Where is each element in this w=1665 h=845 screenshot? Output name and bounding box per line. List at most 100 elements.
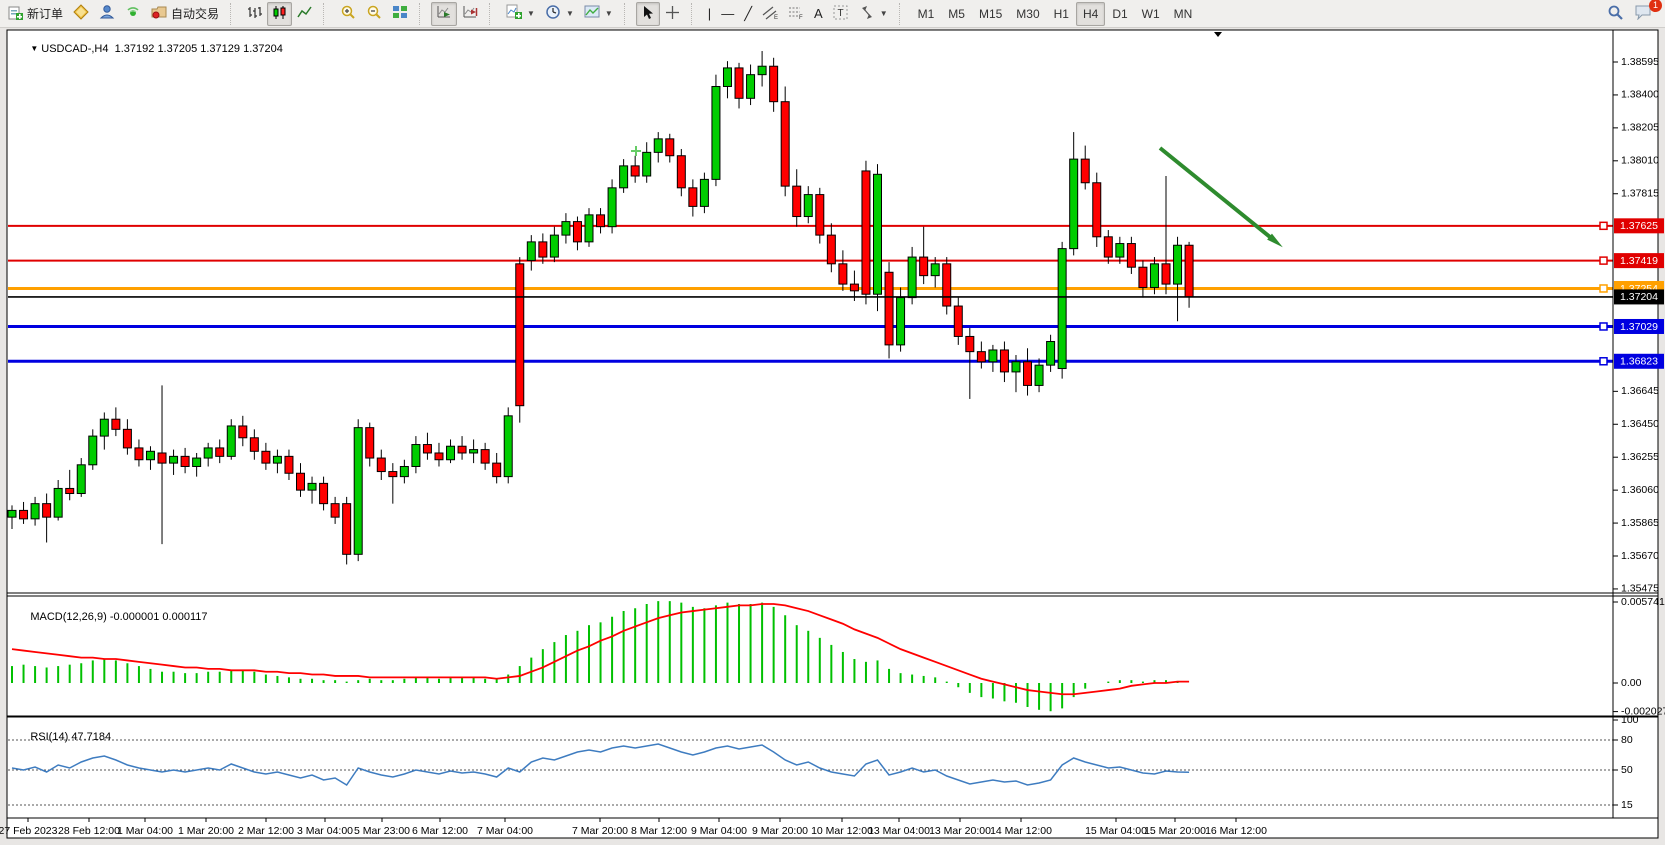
trendline-button[interactable]: ╱ <box>739 2 757 26</box>
svg-text:1.35670: 1.35670 <box>1621 550 1659 562</box>
tab-timeframe-m15[interactable]: M15 <box>972 2 1009 26</box>
macd-title: MACD(12,26,9) <box>30 611 106 623</box>
svg-text:8 Mar 12:00: 8 Mar 12:00 <box>631 825 687 837</box>
svg-text:1.36060: 1.36060 <box>1621 484 1659 496</box>
svg-text:1.38010: 1.38010 <box>1621 155 1659 167</box>
chart-shift-button[interactable] <box>457 2 483 26</box>
hline-handle[interactable] <box>1600 222 1607 229</box>
indicators-button[interactable]: ▼ <box>501 2 540 26</box>
svg-text:9 Mar 20:00: 9 Mar 20:00 <box>752 825 808 837</box>
rsi-title: RSI(14) <box>30 731 68 743</box>
svg-text:1.36645: 1.36645 <box>1621 385 1659 397</box>
candlestick-chart-button[interactable] <box>267 2 292 26</box>
search-button[interactable] <box>1602 2 1629 26</box>
svg-text:28 Feb 12:00: 28 Feb 12:00 <box>58 825 120 837</box>
auto-scroll-button[interactable] <box>431 2 457 26</box>
new-order-button[interactable]: 新订单 <box>3 2 68 26</box>
search-icon <box>1607 4 1624 24</box>
hline-handle[interactable] <box>1600 285 1607 292</box>
tab-timeframe-mn[interactable]: MN <box>1167 2 1200 26</box>
hline-handle[interactable] <box>1600 358 1607 365</box>
autotrading-button[interactable]: 自动交易 <box>146 2 224 26</box>
svg-text:1.36823: 1.36823 <box>1620 356 1658 368</box>
svg-text:80: 80 <box>1621 734 1633 746</box>
svg-text:50: 50 <box>1621 764 1633 776</box>
tile-windows-icon <box>392 4 408 23</box>
svg-text:6 Mar 12:00: 6 Mar 12:00 <box>412 825 468 837</box>
tab-timeframe-m1[interactable]: M1 <box>911 2 942 26</box>
svg-text:16 Mar 12:00: 16 Mar 12:00 <box>1205 825 1267 837</box>
chart-area: 1.385951.384001.382051.380101.378151.366… <box>0 27 1665 845</box>
bar-chart-icon <box>247 5 262 23</box>
toolbar-right: 1 <box>1602 2 1665 26</box>
tab-timeframe-d1[interactable]: D1 <box>1105 2 1134 26</box>
data-window-button[interactable] <box>94 2 120 26</box>
tab-timeframe-h4[interactable]: H4 <box>1076 2 1105 26</box>
person-icon <box>99 4 115 23</box>
svg-text:15 Mar 20:00: 15 Mar 20:00 <box>1144 825 1206 837</box>
toolbar-separator <box>323 3 329 25</box>
signal-button[interactable] <box>120 2 146 26</box>
line-chart-icon <box>297 5 312 23</box>
zoom-in-icon <box>340 4 356 23</box>
cursor-button[interactable] <box>636 2 660 26</box>
vertical-line-button[interactable]: | <box>703 2 716 26</box>
horizontal-line-button[interactable]: — <box>716 2 739 26</box>
market-watch-button[interactable] <box>68 2 94 26</box>
timeframe-group: M1 M5 M15 M30 H1 H4 D1 W1 MN <box>908 0 1203 27</box>
svg-text:13 Mar 20:00: 13 Mar 20:00 <box>929 825 991 837</box>
svg-text:9 Mar 04:00: 9 Mar 04:00 <box>691 825 747 837</box>
fibonacci-button[interactable]: F <box>783 2 809 26</box>
svg-text:1.36255: 1.36255 <box>1621 451 1659 463</box>
new-order-icon <box>8 5 23 23</box>
toolbar-separator <box>419 3 425 25</box>
bar-chart-button[interactable] <box>242 2 267 26</box>
hline-handle[interactable] <box>1600 323 1607 330</box>
svg-text:15 Mar 04:00: 15 Mar 04:00 <box>1085 825 1147 837</box>
zoom-in-button[interactable] <box>335 2 361 26</box>
line-chart-button[interactable] <box>292 2 317 26</box>
channel-button[interactable]: E <box>757 2 783 26</box>
toolbar-separator <box>899 3 905 25</box>
tab-timeframe-w1[interactable]: W1 <box>1135 2 1167 26</box>
crosshair-button[interactable] <box>660 2 685 26</box>
toolbar-group-cursor <box>633 0 688 27</box>
periods-button[interactable]: ▼ <box>540 2 579 26</box>
tab-timeframe-h1[interactable]: H1 <box>1047 2 1076 26</box>
svg-text:7 Mar 04:00: 7 Mar 04:00 <box>477 825 533 837</box>
toolbar-group-drawing: | — ╱ E F A T ▼ <box>700 0 896 27</box>
diamond-icon <box>73 4 89 23</box>
tile-windows-button[interactable] <box>387 2 413 26</box>
toolbar: 新订单 自动交易 <box>0 0 1665 28</box>
svg-text:0.005741: 0.005741 <box>1621 596 1665 608</box>
zoom-out-icon <box>366 4 382 23</box>
text-button[interactable]: A <box>809 2 828 26</box>
svg-text:1.37625: 1.37625 <box>1620 220 1658 232</box>
one-click-trading-icon[interactable]: ▼ <box>30 44 38 53</box>
tab-timeframe-m5[interactable]: M5 <box>941 2 972 26</box>
chart-canvas[interactable]: 1.385951.384001.382051.380101.378151.366… <box>0 27 1665 845</box>
svg-text:1.35475: 1.35475 <box>1621 583 1659 595</box>
svg-text:1.38205: 1.38205 <box>1621 122 1659 134</box>
toolbar-group-trade: 新订单 自动交易 <box>0 0 227 27</box>
svg-text:1.36450: 1.36450 <box>1621 418 1659 430</box>
hline-handle[interactable] <box>1600 257 1607 264</box>
svg-text:100: 100 <box>1621 714 1639 726</box>
arrows-button[interactable]: ▼ <box>854 2 893 26</box>
zoom-out-button[interactable] <box>361 2 387 26</box>
svg-text:1.38595: 1.38595 <box>1621 56 1659 68</box>
notifications-button[interactable]: 1 <box>1629 2 1657 26</box>
templates-button[interactable]: ▼ <box>579 2 618 26</box>
tab-timeframe-m30[interactable]: M30 <box>1009 2 1046 26</box>
svg-text:27 Feb 2023: 27 Feb 2023 <box>0 825 58 837</box>
chevron-down-icon: ▼ <box>880 9 888 18</box>
svg-text:3 Mar 04:00: 3 Mar 04:00 <box>297 825 353 837</box>
svg-text:1.38400: 1.38400 <box>1621 89 1659 101</box>
svg-text:2 Mar 12:00: 2 Mar 12:00 <box>238 825 294 837</box>
toolbar-separator <box>230 3 236 25</box>
channel-icon: E <box>762 5 778 23</box>
text-label-button[interactable]: T <box>828 2 854 26</box>
svg-text:1.37029: 1.37029 <box>1620 321 1658 333</box>
chevron-down-icon: ▼ <box>527 9 535 18</box>
svg-text:1.35865: 1.35865 <box>1621 517 1659 529</box>
